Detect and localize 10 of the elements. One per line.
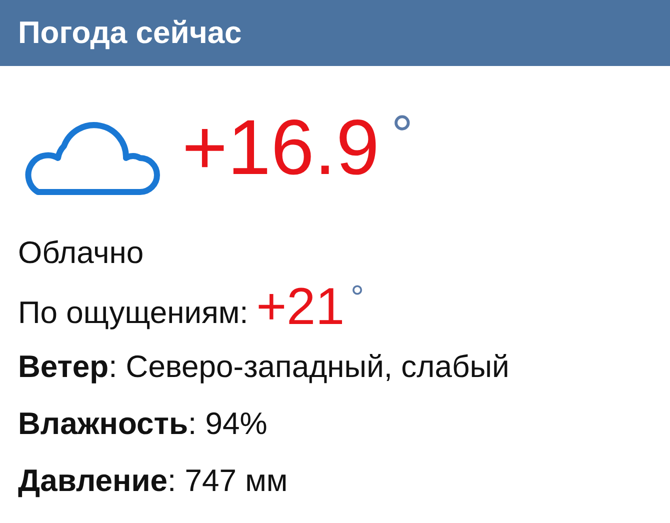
condition-text: Облачно [18,234,145,272]
detail-text: Ветер: Северо-западный, слабый [18,348,510,386]
degree-sign: ° [391,108,413,162]
detail-text: Давление: 747 мм [18,462,289,500]
feels-like-label: По ощущениям: [18,295,248,331]
detail-text: Влажность: 94% [18,405,268,443]
feels-like-temperature: +21 [256,281,344,333]
degree-sign: ° [350,281,364,315]
temperature: +16.9 [182,108,380,186]
header-title: Погода сейчас [18,15,242,51]
